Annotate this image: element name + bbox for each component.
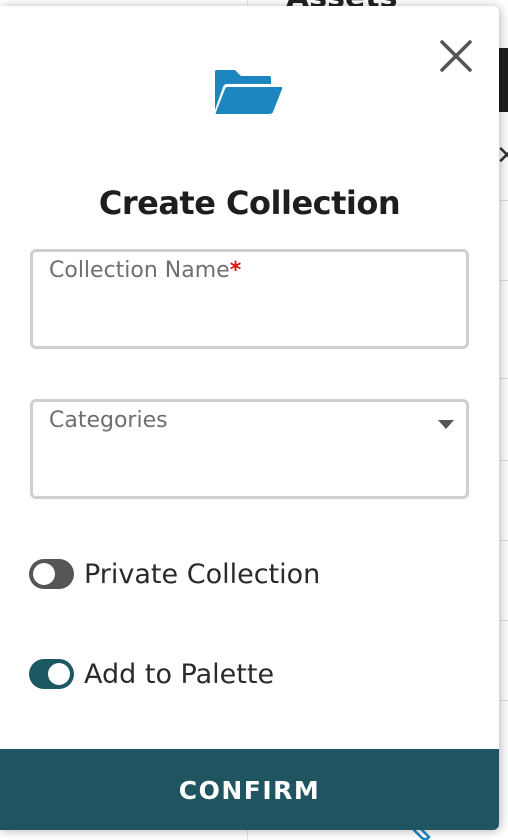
background-row-divider <box>500 280 508 281</box>
private-collection-row: Private Collection <box>29 556 320 592</box>
toggle-knob <box>48 663 70 685</box>
close-icon[interactable] <box>436 36 476 76</box>
background-row-divider <box>500 540 508 541</box>
required-marker: * <box>229 258 242 283</box>
background-row-divider <box>500 460 508 461</box>
background-row-divider <box>500 378 508 379</box>
background-row-divider <box>500 700 508 701</box>
categories-select[interactable]: Categories <box>30 399 469 499</box>
add-to-palette-toggle[interactable] <box>29 659 74 689</box>
collection-name-label: Collection Name* <box>49 258 241 283</box>
toggle-knob <box>33 563 55 585</box>
add-to-palette-label: Add to Palette <box>84 658 275 690</box>
collection-name-input[interactable] <box>49 296 453 334</box>
folder-open-icon <box>215 70 283 114</box>
dialog-title: Create Collection <box>98 184 401 222</box>
collection-name-field[interactable]: Collection Name* <box>30 249 469 349</box>
private-collection-label: Private Collection <box>84 558 321 590</box>
collection-name-label-text: Collection Name <box>49 258 230 283</box>
create-collection-dialog: Create Collection Collection Name* Categ… <box>0 6 499 830</box>
background-row-divider <box>500 620 508 621</box>
chevron-down-icon[interactable] <box>438 420 454 429</box>
private-collection-toggle[interactable] <box>29 559 74 589</box>
background-row-divider <box>500 200 508 201</box>
confirm-button[interactable]: CONFIRM <box>0 749 499 830</box>
add-to-palette-row: Add to Palette <box>29 656 274 692</box>
categories-label: Categories <box>49 408 168 433</box>
